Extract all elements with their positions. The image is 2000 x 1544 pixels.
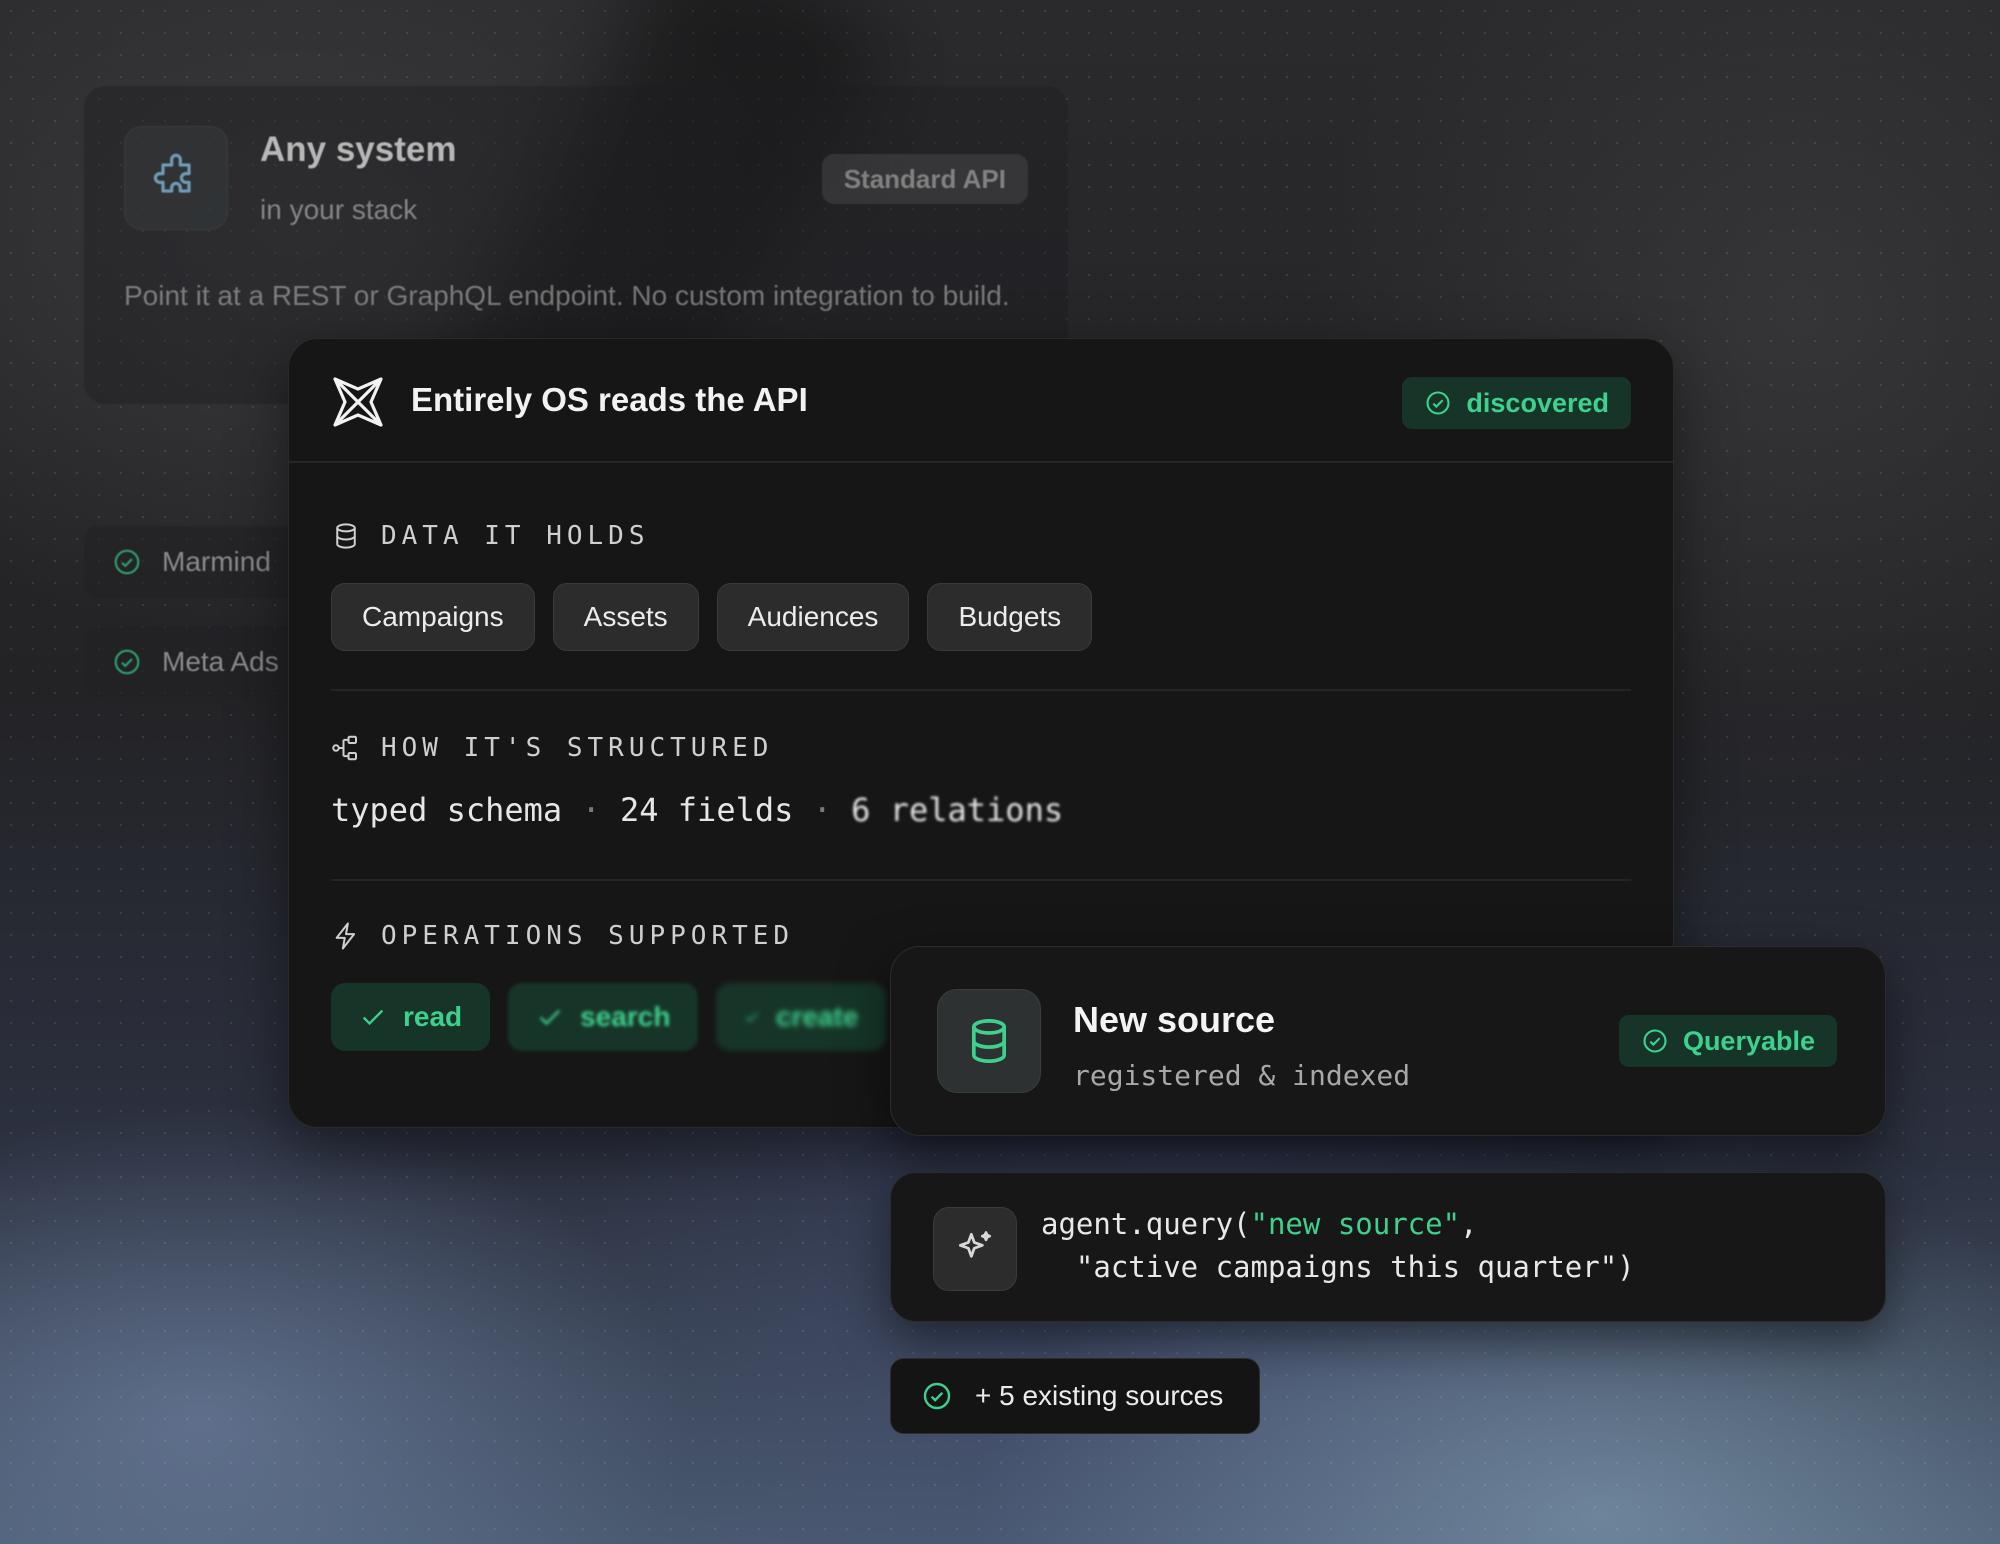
database-icon (336, 523, 356, 549)
field-count: 24 fields (619, 791, 794, 829)
entirely-logo-icon (329, 373, 387, 436)
source-chip-label: Meta Ads (162, 646, 279, 677)
query-call: agent.query( (1041, 1207, 1251, 1241)
sparkle-icon (933, 1207, 1017, 1291)
entity-chip-audiences[interactable]: Audiences (716, 583, 910, 651)
query-comma: , (1460, 1207, 1478, 1241)
relation-count: 6 relations (851, 791, 1064, 829)
schema-summary: typed schema · 24 fields · 6 relations (331, 791, 1063, 829)
operations-section-heading: OPERATIONS SUPPORTED (331, 921, 794, 951)
check-circle-icon (1426, 391, 1450, 415)
structure-section-heading: HOW IT'S STRUCTURED (331, 733, 773, 763)
operation-chip-search[interactable]: search (508, 983, 699, 1051)
query-code: agent.query("new source", "active campai… (1041, 1203, 1635, 1289)
entity-chip-assets[interactable]: Assets (552, 583, 699, 651)
operation-label: read (403, 1001, 463, 1032)
check-circle-icon (1643, 1029, 1667, 1053)
lightning-icon (335, 922, 356, 950)
structure-section-label: HOW IT'S STRUCTURED (381, 733, 774, 763)
puzzle-icon (124, 126, 228, 230)
check-circle-icon (923, 1382, 951, 1410)
check-icon (539, 1009, 561, 1026)
section-divider (331, 689, 1631, 691)
any-system-description: Point it at a REST or GraphQL endpoint. … (124, 280, 1010, 311)
queryable-badge: Queryable (1618, 1015, 1837, 1067)
tree-structure-icon (332, 735, 357, 761)
discovered-label: discovered (1466, 387, 1609, 418)
card-title: Entirely OS reads the API (411, 381, 808, 418)
operation-label: create (775, 1001, 859, 1032)
operations-section-label: OPERATIONS SUPPORTED (381, 921, 795, 951)
data-entity-list: Campaigns Assets Audiences Budgets (331, 583, 1093, 651)
agent-query-card[interactable]: agent.query("new source", "active campai… (890, 1172, 1886, 1322)
separator-dot: · (581, 791, 601, 829)
separator-dot: · (812, 791, 832, 829)
existing-sources-pill[interactable]: + 5 existing sources (890, 1358, 1260, 1434)
operation-chip-create[interactable]: create (716, 983, 887, 1051)
check-icon (746, 1012, 758, 1022)
check-icon (362, 1009, 384, 1026)
section-divider (331, 879, 1631, 881)
check-circle-icon (112, 647, 142, 677)
any-system-subtitle: in your stack (260, 194, 418, 225)
queryable-label: Queryable (1682, 1025, 1815, 1056)
database-icon (937, 989, 1041, 1093)
data-section-label: DATA IT HOLDS (381, 521, 650, 551)
new-source-title: New source (1073, 999, 1276, 1040)
operation-label: search (580, 1001, 671, 1032)
card-header: Entirely OS reads the API discovered (289, 339, 1673, 463)
discovered-badge: discovered (1402, 377, 1631, 429)
standard-api-badge: Standard API (821, 154, 1028, 204)
data-section-heading: DATA IT HOLDS (331, 521, 650, 551)
operation-chip-read[interactable]: read (331, 983, 491, 1051)
new-source-card[interactable]: New source registered & indexed Queryabl… (890, 946, 1886, 1136)
query-text-string: "active campaigns this quarter") (1041, 1250, 1635, 1284)
operations-list: read search create (331, 983, 887, 1051)
existing-sources-label: + 5 existing sources (975, 1380, 1224, 1411)
source-chip-label: Marmind (162, 546, 271, 577)
new-source-subtitle: registered & indexed (1073, 1059, 1411, 1092)
entity-chip-campaigns[interactable]: Campaigns (331, 583, 535, 651)
entity-chip-budgets[interactable]: Budgets (927, 583, 1093, 651)
check-circle-icon (112, 547, 142, 577)
schema-type: typed schema (331, 791, 563, 829)
any-system-title: Any system (260, 130, 457, 169)
query-source-string: "new source" (1250, 1207, 1461, 1241)
